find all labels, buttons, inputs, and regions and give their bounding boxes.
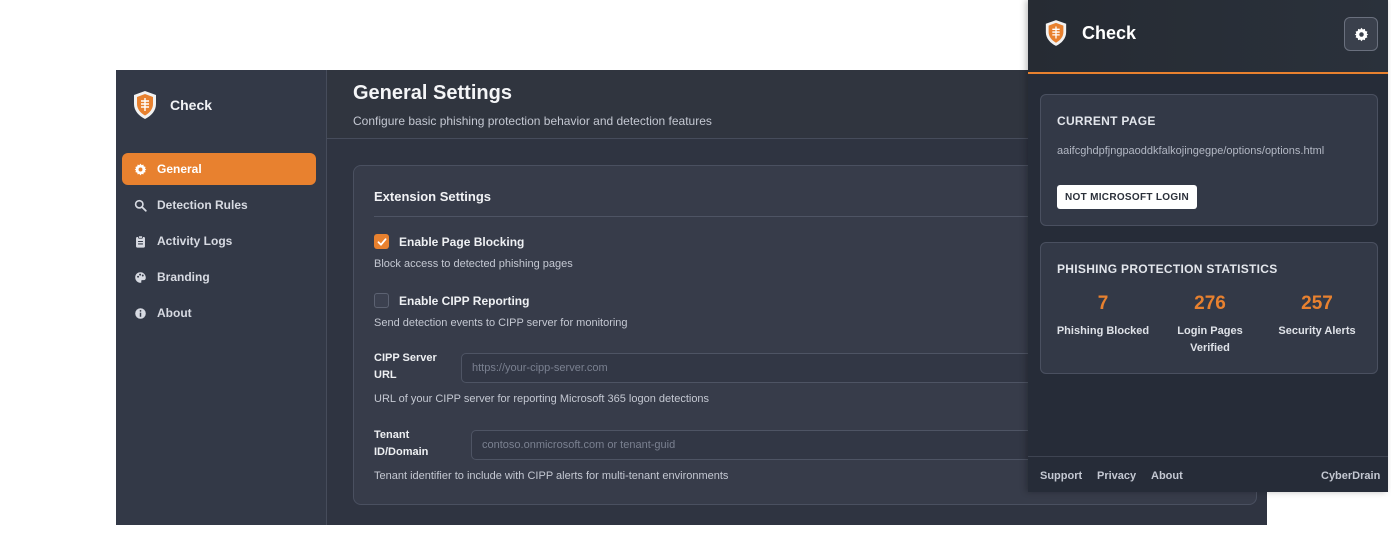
cipp-reporting-checkbox[interactable] [374, 293, 389, 308]
page-blocking-row: Enable Page Blocking [374, 234, 524, 249]
popup-brand: Check [1044, 18, 1136, 48]
popup-header: Check [1028, 0, 1388, 74]
about-link[interactable]: About [1151, 470, 1183, 482]
info-icon [135, 307, 146, 319]
sidebar-item-label: Activity Logs [157, 234, 233, 248]
current-page-card: CURRENT PAGE aaifcghdpfjngpaoddkfalkojin… [1040, 94, 1378, 226]
cipp-url-input[interactable] [461, 353, 1041, 383]
stat-value: 276 [1194, 293, 1226, 314]
cipp-url-help: URL of your CIPP server for reporting Mi… [374, 393, 710, 405]
sidebar-item-label: About [157, 306, 192, 320]
stat-value: 7 [1097, 293, 1109, 314]
palette-icon [135, 271, 146, 283]
gear-icon [134, 163, 147, 175]
page-title: General Settings [353, 82, 512, 104]
page-blocking-checkbox[interactable] [374, 234, 389, 249]
support-link[interactable]: Support [1040, 470, 1082, 482]
tenant-help: Tenant identifier to include with CIPP a… [374, 470, 729, 482]
sidebar-item-label: General [157, 162, 202, 176]
privacy-link[interactable]: Privacy [1097, 470, 1136, 482]
stat-label: Login Pages Verified [1177, 325, 1243, 354]
sidebar-item-general[interactable]: General [122, 153, 316, 185]
popup-footer: Support Privacy About CyberDrain [1028, 456, 1388, 492]
tenant-label: Tenant ID/Domain [374, 429, 429, 458]
status-badge: NOT MICROSOFT LOGIN [1057, 185, 1198, 209]
clipboard-icon [136, 234, 145, 248]
stat-value: 257 [1301, 293, 1333, 314]
current-page-title: CURRENT PAGE [1057, 114, 1156, 128]
tenant-input[interactable] [471, 430, 1041, 460]
cipp-url-label: CIPP Server URL [374, 352, 437, 381]
sidebar-item-detection-rules[interactable]: Detection Rules [122, 189, 316, 221]
cipp-reporting-row: Enable CIPP Reporting [374, 293, 529, 308]
gear-icon [1354, 27, 1368, 41]
stat-label: Phishing Blocked [1056, 325, 1150, 337]
stat-login-pages-verified: 276 Login Pages Verified [1156, 293, 1264, 357]
checkmark-icon [377, 237, 386, 246]
statistics-title: PHISHING PROTECTION STATISTICS [1057, 262, 1278, 276]
sidebar-item-activity-logs[interactable]: Activity Logs [122, 225, 316, 257]
extension-popup: Check CURRENT PAGE aaifcghdpfjngpaoddkfa… [1028, 0, 1388, 492]
sidebar: Check General Detection Rules Activity L… [116, 70, 327, 525]
cipp-reporting-label: Enable CIPP Reporting [399, 293, 530, 308]
sidebar-item-label: Branding [157, 270, 210, 284]
page-subtitle: Configure basic phishing protection beha… [353, 114, 712, 128]
shield-logo-icon [134, 91, 156, 119]
cipp-reporting-help: Send detection events to CIPP server for… [374, 317, 628, 329]
page-blocking-help: Block access to detected phishing pages [374, 258, 573, 270]
sidebar-item-about[interactable]: About [122, 297, 316, 329]
search-icon [134, 199, 147, 212]
stat-label: Security Alerts [1278, 325, 1356, 337]
sidebar-nav: General Detection Rules Activity Logs Br… [122, 153, 316, 333]
stat-phishing-blocked: 7 Phishing Blocked [1049, 293, 1157, 340]
brand-name: Check [170, 97, 213, 113]
settings-button[interactable] [1344, 17, 1378, 51]
stat-security-alerts: 257 Security Alerts [1263, 293, 1371, 340]
shield-logo-icon [1045, 20, 1067, 46]
card-title: Extension Settings [374, 189, 492, 204]
popup-brand-name: Check [1082, 22, 1137, 43]
sidebar-brand: Check [132, 88, 212, 122]
statistics-card: PHISHING PROTECTION STATISTICS 7 Phishin… [1040, 242, 1378, 374]
current-page-url: aaifcghdpfjngpaoddkfalkojingegpe/options… [1057, 145, 1325, 157]
sidebar-item-label: Detection Rules [157, 198, 248, 212]
sidebar-item-branding[interactable]: Branding [122, 261, 316, 293]
company-name: CyberDrain [1321, 470, 1381, 482]
page-blocking-label: Enable Page Blocking [399, 234, 525, 249]
